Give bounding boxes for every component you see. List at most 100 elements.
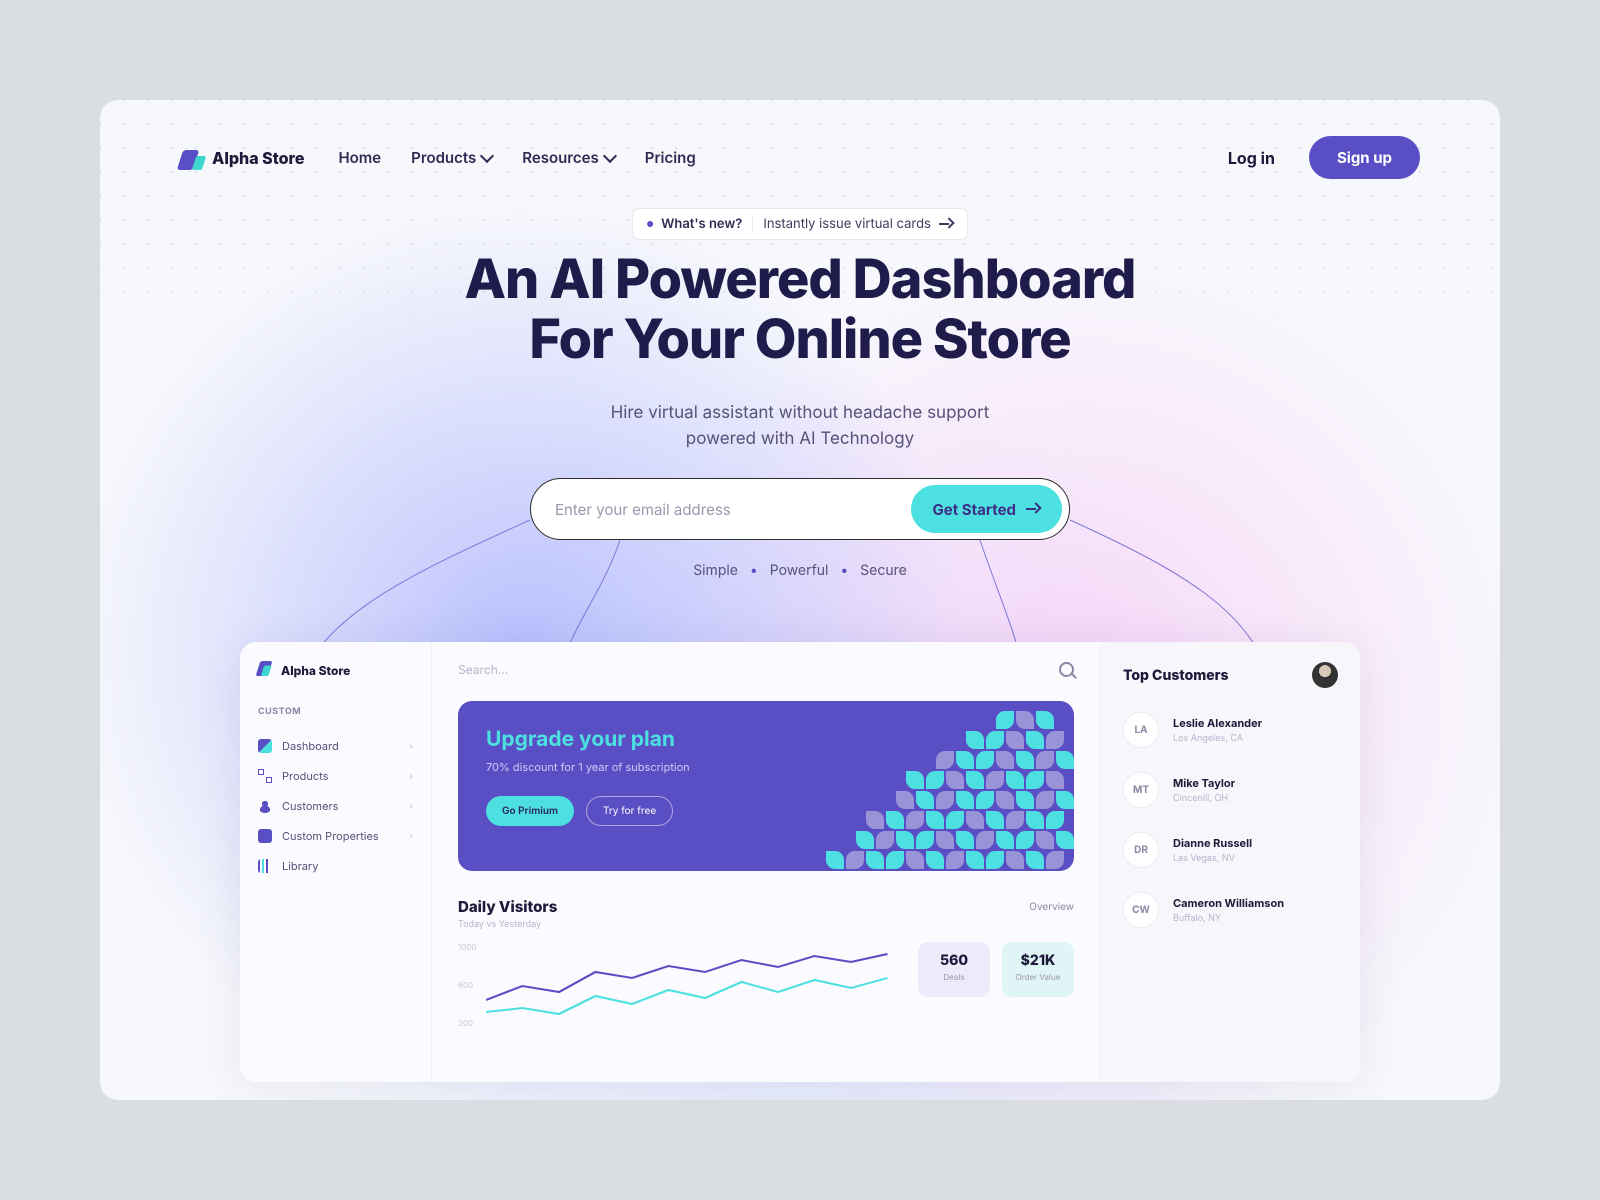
email-capture: Get Started (530, 478, 1070, 540)
dot-icon (647, 221, 653, 227)
metric-label: Order Value (1002, 972, 1074, 982)
go-premium-button[interactable]: Go Primium (486, 796, 574, 826)
daily-visitors-section: Daily Visitors Today vs Yesterday Overvi… (458, 897, 1074, 1052)
customer-avatar: LA (1123, 712, 1159, 748)
chevron-right-icon: › (410, 771, 413, 782)
customer-row[interactable]: MT Mike Taylor Cincenili, OH (1123, 772, 1338, 808)
overview-metrics: 560 Deals $21K Order Value (918, 942, 1074, 1052)
overview-label: Overview (1029, 901, 1074, 913)
sidebar-item-dashboard[interactable]: Dashboard › (258, 731, 413, 761)
dashboard-sidebar: Alpha Store CUSTOM Dashboard› Products› … (240, 642, 432, 1082)
chevron-down-icon (603, 148, 617, 162)
pill-right-label: Instantly issue virtual cards (763, 216, 931, 232)
sidebar-item-label: Dashboard (282, 739, 339, 753)
top-nav: Alpha Store Home Products Resources Pric… (180, 136, 1420, 179)
dashboard-icon (258, 739, 272, 753)
customer-name: Leslie Alexander (1173, 716, 1262, 730)
dot-separator: • (750, 562, 758, 579)
sidebar-item-label: Customers (282, 799, 338, 813)
announcement-pill[interactable]: What's new? Instantly issue virtual card… (632, 208, 968, 240)
hero-subtitle: Hire virtual assistant without headache … (100, 400, 1500, 453)
y-tick: 1000 (458, 942, 476, 952)
metric-value: $21K (1002, 952, 1074, 969)
dashboard-logo[interactable]: Alpha Store (258, 662, 413, 678)
metric-deals: 560 Deals (918, 942, 990, 997)
sidebar-item-label: Products (282, 769, 328, 783)
dashboard-brand: Alpha Store (281, 663, 350, 678)
feature-secure: Secure (860, 562, 907, 579)
properties-icon (258, 829, 272, 843)
y-tick: 600 (458, 980, 473, 990)
dot-separator: • (840, 562, 848, 579)
products-icon (258, 769, 272, 783)
login-link[interactable]: Log in (1228, 148, 1275, 168)
customer-name: Dianne Russell (1173, 836, 1252, 850)
nav-pricing[interactable]: Pricing (645, 148, 696, 167)
logo-icon (180, 146, 204, 170)
customer-name: Cameron Williamson (1173, 896, 1284, 910)
customer-avatar: DR (1123, 832, 1159, 868)
feature-tags: Simple • Powerful • Secure (100, 562, 1500, 579)
sidebar-item-custom-properties[interactable]: Custom Properties › (258, 821, 413, 851)
hero-title: An AI Powered Dashboard For Your Online … (100, 250, 1500, 371)
metric-order-value: $21K Order Value (1002, 942, 1074, 997)
user-avatar[interactable] (1312, 662, 1338, 688)
sidebar-item-label: Library (282, 859, 318, 873)
nav-links: Home Products Resources Pricing (338, 148, 695, 167)
customer-avatar: MT (1123, 772, 1159, 808)
visitors-chart: 1000 600 200 (458, 942, 898, 1052)
try-free-button[interactable]: Try for free (586, 796, 673, 826)
feature-powerful: Powerful (770, 562, 829, 579)
arrow-right-icon (939, 219, 953, 229)
customer-row[interactable]: DR Dianne Russell Las Vegas, NV (1123, 832, 1338, 868)
email-input[interactable] (555, 500, 911, 519)
customer-location: Cincenili, OH (1173, 793, 1235, 804)
sidebar-item-products[interactable]: Products › (258, 761, 413, 791)
decorative-pattern (814, 701, 1074, 871)
feature-simple: Simple (693, 562, 738, 579)
library-icon (258, 859, 272, 873)
get-started-label: Get Started (933, 500, 1016, 519)
brand-name: Alpha Store (212, 148, 304, 168)
customer-row[interactable]: CW Cameron Williamson Buffalo, NY (1123, 892, 1338, 928)
sidebar-item-label: Custom Properties (282, 829, 379, 843)
hero-sub-l2: powered with AI Technology (686, 429, 914, 449)
arrow-right-icon (1026, 504, 1040, 514)
customer-location: Los Angeles, CA (1173, 733, 1262, 744)
pill-separator (752, 216, 753, 232)
daily-visitors-subtitle: Today vs Yesterday (458, 919, 557, 930)
dashboard-main: Search... Upgrade your plan 70% discount… (432, 642, 1100, 1082)
hero-title-l1: An AI Powered Dashboard (464, 247, 1135, 312)
chevron-right-icon: › (410, 741, 413, 752)
customer-row[interactable]: LA Leslie Alexander Los Angeles, CA (1123, 712, 1338, 748)
daily-visitors-title: Daily Visitors (458, 897, 557, 916)
metric-value: 560 (918, 952, 990, 969)
top-customers-title: Top Customers (1123, 667, 1229, 684)
top-customers-panel: Top Customers LA Leslie Alexander Los An… (1100, 642, 1360, 1082)
nav-resources-label: Resources (522, 148, 599, 167)
search-icon[interactable] (1059, 662, 1074, 677)
customer-location: Buffalo, NY (1173, 913, 1284, 924)
customers-icon (258, 799, 272, 813)
customer-name: Mike Taylor (1173, 776, 1235, 790)
signup-button[interactable]: Sign up (1309, 136, 1420, 179)
chevron-right-icon: › (410, 801, 413, 812)
upgrade-banner: Upgrade your plan 70% discount for 1 yea… (458, 701, 1074, 871)
chevron-down-icon (480, 148, 494, 162)
get-started-button[interactable]: Get Started (911, 485, 1062, 533)
hero-title-l2: For Your Online Store (529, 307, 1070, 372)
nav-products[interactable]: Products (411, 148, 492, 167)
nav-home[interactable]: Home (338, 148, 381, 167)
pill-left-label: What's new? (661, 216, 742, 232)
dashboard-preview: Alpha Store CUSTOM Dashboard› Products› … (240, 642, 1360, 1082)
search-placeholder[interactable]: Search... (458, 662, 508, 677)
nav-resources[interactable]: Resources (522, 148, 615, 167)
sidebar-item-customers[interactable]: Customers › (258, 791, 413, 821)
sidebar-item-library[interactable]: Library (258, 851, 413, 881)
brand-logo[interactable]: Alpha Store (180, 146, 304, 170)
search-row: Search... (458, 662, 1074, 677)
customer-location: Las Vegas, NV (1173, 853, 1252, 864)
pill-left: What's new? (647, 216, 742, 232)
chevron-right-icon: › (410, 831, 413, 842)
metric-label: Deals (918, 972, 990, 982)
